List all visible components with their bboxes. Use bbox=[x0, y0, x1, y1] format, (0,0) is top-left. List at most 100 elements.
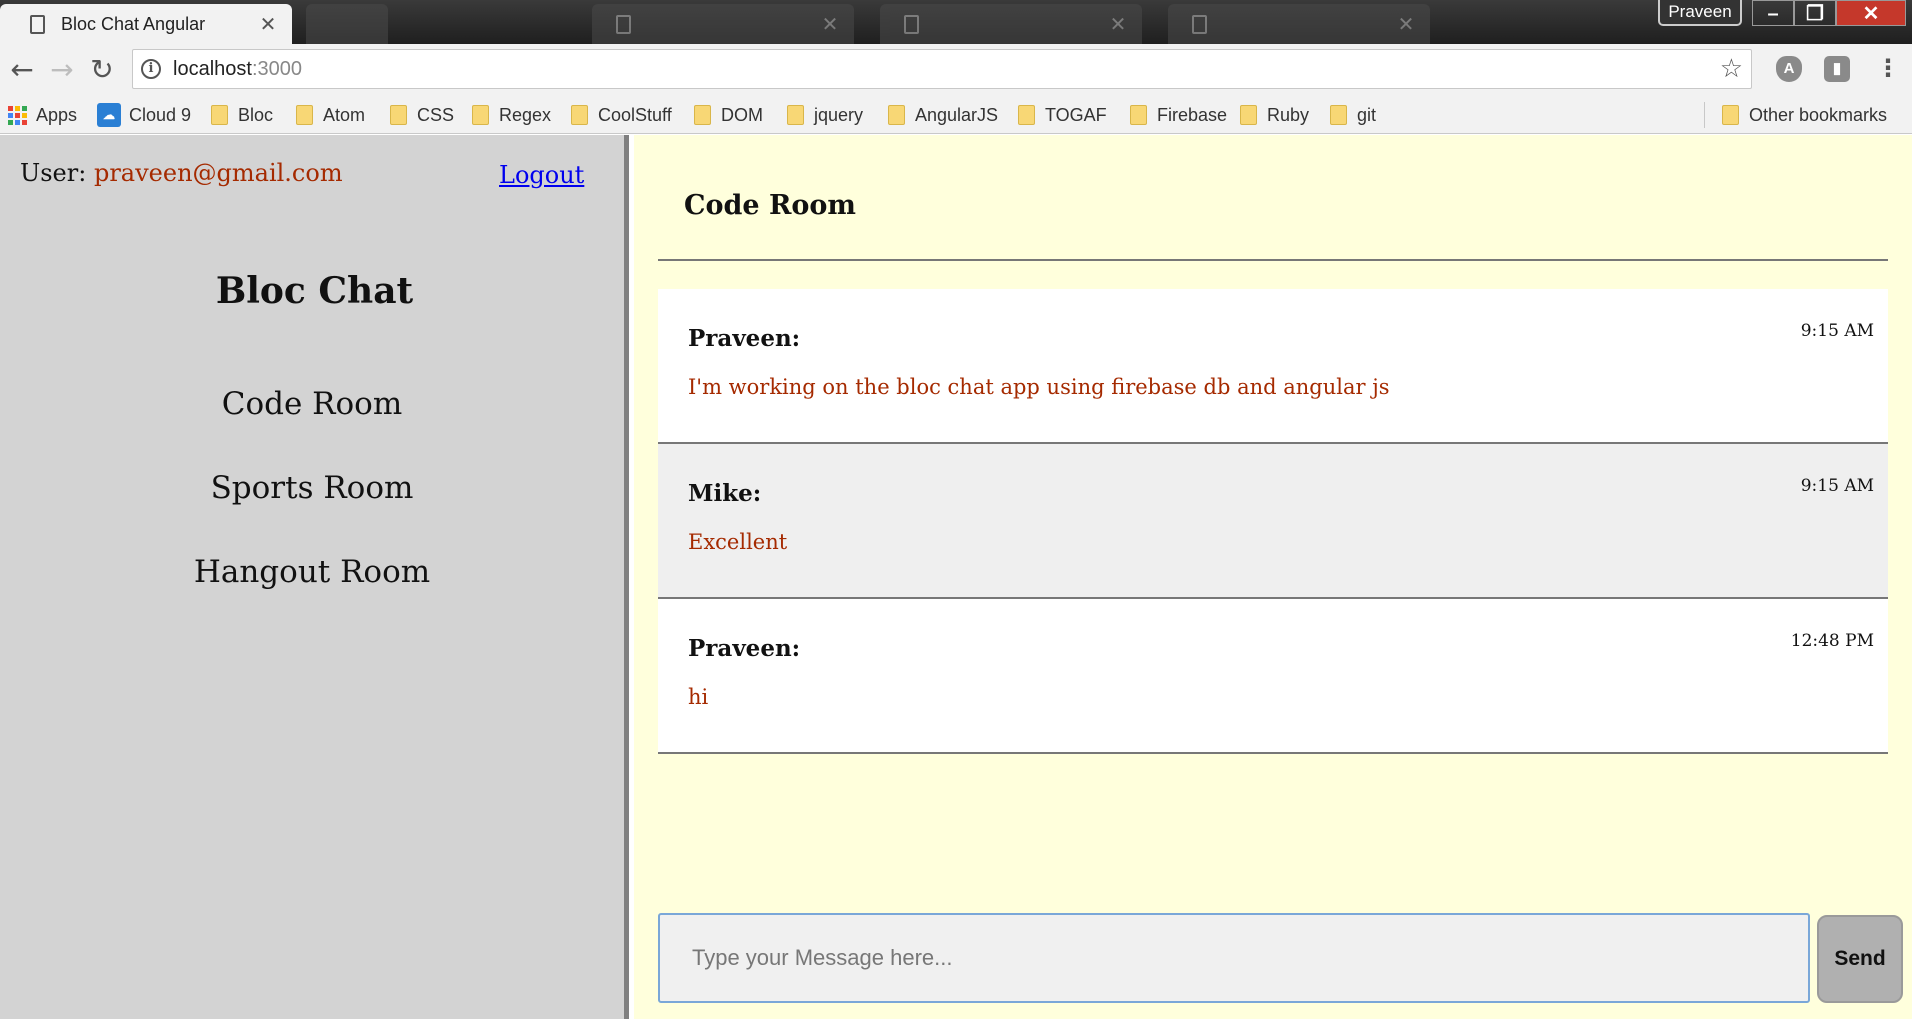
bookmark-label: Ruby bbox=[1267, 104, 1310, 125]
window-close-icon[interactable]: ✕ bbox=[1836, 0, 1906, 26]
app-title: Bloc Chat bbox=[215, 270, 414, 312]
browser-toolbar: ← → ↻ i localhost:3000 ☆ A ▮ ⋮ bbox=[0, 44, 1912, 96]
bookmark-folder[interactable]: jquery bbox=[787, 96, 863, 134]
bookmarks-divider bbox=[1704, 102, 1705, 128]
address-bar[interactable]: i localhost:3000 ☆ bbox=[132, 49, 1752, 89]
room-list: Code Room Sports Room Hangout Room bbox=[0, 385, 624, 637]
bookmark-folder[interactable]: Firebase bbox=[1130, 96, 1227, 134]
bookmark-label: Apps bbox=[36, 104, 78, 125]
url-port: :3000 bbox=[251, 57, 302, 80]
bookmark-folder[interactable]: DOM bbox=[694, 96, 763, 134]
info-icon[interactable]: i bbox=[141, 59, 161, 79]
kebab-menu-icon[interactable]: ⋮ bbox=[1876, 54, 1900, 82]
bookmark-folder[interactable]: AngularJS bbox=[888, 96, 998, 134]
tab-inactive[interactable]: ✕ bbox=[880, 4, 1142, 44]
chat-panel: Code Room Praveen: 9:15 AM I'm working o… bbox=[634, 135, 1912, 1019]
folder-icon bbox=[390, 105, 407, 125]
cloud-icon: ☁ bbox=[97, 103, 121, 127]
bookmark-folder[interactable]: Ruby bbox=[1240, 96, 1309, 134]
angular-extension-icon[interactable]: A bbox=[1776, 56, 1802, 82]
message-text: I'm working on the bloc chat app using f… bbox=[688, 375, 1390, 399]
folder-icon bbox=[1018, 105, 1035, 125]
bookmark-folder[interactable]: Bloc bbox=[211, 96, 273, 134]
github-icon bbox=[904, 14, 919, 34]
room-item-sports[interactable]: Sports Room bbox=[0, 469, 624, 553]
close-icon[interactable]: ✕ bbox=[1104, 12, 1132, 37]
folder-icon bbox=[787, 105, 804, 125]
bookmark-folder[interactable]: Atom bbox=[296, 96, 365, 134]
bookmark-label: Other bookmarks bbox=[1749, 104, 1888, 125]
bookmark-label: Regex bbox=[499, 104, 552, 125]
star-icon[interactable]: ☆ bbox=[1720, 54, 1743, 84]
folder-icon bbox=[1130, 105, 1147, 125]
bookmark-apps[interactable]: Apps bbox=[8, 96, 77, 134]
message-username: Praveen: bbox=[688, 635, 801, 662]
sidebar: User: praveen@gmail.com Logout Bloc Chat… bbox=[0, 135, 629, 1019]
bookmark-other[interactable]: Other bookmarks bbox=[1722, 96, 1887, 134]
tab-inactive[interactable]: ✕ bbox=[592, 4, 854, 44]
bookmark-label: git bbox=[1357, 104, 1377, 125]
message-item: Mike: 9:15 AM Excellent bbox=[658, 444, 1888, 599]
message-item: Praveen: 12:48 PM hi bbox=[658, 599, 1888, 754]
folder-icon bbox=[1722, 105, 1739, 125]
bookmark-label: CoolStuff bbox=[598, 104, 672, 125]
bookmark-label: Atom bbox=[323, 104, 366, 125]
maximize-icon[interactable]: ❐ bbox=[1794, 0, 1836, 26]
close-icon[interactable]: ✕ bbox=[816, 12, 844, 37]
shield-extension-icon[interactable]: ▮ bbox=[1824, 56, 1850, 82]
user-email: praveen@gmail.com bbox=[93, 159, 343, 187]
bookmark-folder[interactable]: CSS bbox=[390, 96, 454, 134]
url-host: localhost bbox=[173, 57, 252, 80]
bookmark-label: jquery bbox=[814, 104, 864, 125]
user-label: User: bbox=[20, 159, 87, 187]
back-arrow-icon[interactable]: ← bbox=[4, 52, 40, 88]
bookmark-label: Firebase bbox=[1157, 104, 1228, 125]
message-username: Praveen: bbox=[688, 325, 801, 352]
minimize-icon[interactable]: – bbox=[1752, 0, 1794, 26]
page-icon bbox=[616, 14, 631, 34]
message-input[interactable] bbox=[658, 913, 1810, 1003]
message-timestamp: 12:48 PM bbox=[1790, 631, 1874, 651]
close-icon[interactable]: ✕ bbox=[254, 12, 282, 37]
bookmark-folder[interactable]: TOGAF bbox=[1018, 96, 1107, 134]
message-text: Excellent bbox=[688, 530, 788, 554]
profile-button[interactable]: Praveen bbox=[1658, 0, 1742, 26]
apps-grid-icon bbox=[8, 105, 27, 125]
folder-icon bbox=[296, 105, 313, 125]
bookmark-cloud9[interactable]: ☁ Cloud 9 bbox=[97, 96, 191, 134]
bookmark-label: DOM bbox=[721, 104, 763, 125]
bookmark-label: Bloc bbox=[238, 104, 274, 125]
bookmark-label: AngularJS bbox=[915, 104, 999, 125]
bookmark-label: CSS bbox=[417, 104, 455, 125]
page-icon bbox=[30, 14, 45, 34]
tab-inactive[interactable]: ✕ bbox=[1168, 4, 1430, 44]
user-info: User: praveen@gmail.com bbox=[20, 159, 343, 187]
app-viewport: User: praveen@gmail.com Logout Bloc Chat… bbox=[0, 135, 1912, 1019]
message-username: Mike: bbox=[688, 480, 762, 507]
folder-icon bbox=[472, 105, 489, 125]
forward-arrow-icon[interactable]: → bbox=[44, 52, 80, 88]
logout-link[interactable]: Logout bbox=[499, 161, 584, 189]
folder-icon bbox=[888, 105, 905, 125]
tab-inactive[interactable] bbox=[306, 4, 388, 44]
divider bbox=[658, 259, 1888, 261]
close-icon[interactable]: ✕ bbox=[1392, 12, 1420, 37]
bookmark-label: TOGAF bbox=[1045, 104, 1107, 125]
folder-icon bbox=[694, 105, 711, 125]
message-text: hi bbox=[688, 685, 709, 709]
send-button[interactable]: Send bbox=[1817, 915, 1903, 1003]
folder-icon bbox=[1330, 105, 1347, 125]
bookmark-label: Cloud 9 bbox=[129, 104, 192, 125]
bookmark-folder[interactable]: CoolStuff bbox=[571, 96, 672, 134]
message-timestamp: 9:15 AM bbox=[1800, 321, 1874, 341]
reload-icon[interactable]: ↻ bbox=[84, 52, 120, 88]
bookmark-folder[interactable]: Regex bbox=[472, 96, 551, 134]
message-timestamp: 9:15 AM bbox=[1800, 476, 1874, 496]
bookmark-folder[interactable]: git bbox=[1330, 96, 1376, 134]
room-item-code[interactable]: Code Room bbox=[0, 385, 624, 469]
room-item-hangout[interactable]: Hangout Room bbox=[0, 553, 624, 637]
folder-icon bbox=[211, 105, 228, 125]
message-item: Praveen: 9:15 AM I'm working on the bloc… bbox=[658, 289, 1888, 444]
tab-bloc-chat-angular[interactable]: Bloc Chat Angular ✕ bbox=[0, 4, 292, 44]
bookmarks-bar: Apps ☁ Cloud 9 Bloc Atom CSS Regex CoolS… bbox=[0, 96, 1912, 134]
